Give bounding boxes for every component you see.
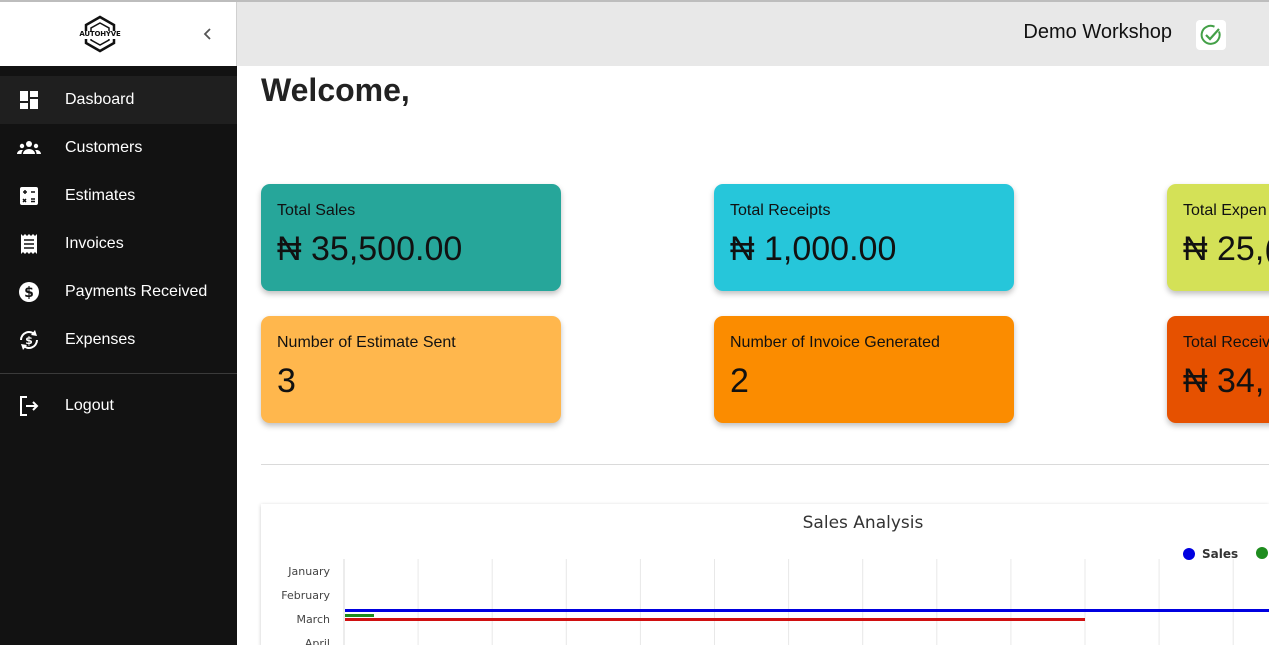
svg-text:$: $ [24, 285, 34, 301]
sidebar-item-label: Invoices [65, 235, 124, 252]
category-tick-label: March [296, 613, 330, 626]
svg-text:$: $ [25, 334, 33, 347]
verified-badge[interactable] [1196, 20, 1226, 50]
page-title: Welcome, [261, 72, 410, 108]
top-bar: Demo Workshop [237, 2, 1269, 66]
card-value: 2 [730, 362, 749, 400]
sidebar-item-invoices[interactable]: Invoices [0, 220, 237, 268]
card-title: Total Sales [277, 202, 356, 219]
sidebar: AUTOHYVE Dasboard Customers Estimates In… [0, 2, 237, 645]
bar-series-2-march[interactable] [345, 614, 374, 617]
sidebar-item-payments-received[interactable]: $ Payments Received [0, 268, 237, 316]
stat-card-estimates-sent[interactable]: Number of Estimate Sent 3 [261, 316, 561, 423]
app-window: AUTOHYVE Dasboard Customers Estimates In… [0, 0, 1269, 645]
collapse-sidebar-button[interactable] [198, 24, 218, 44]
stat-card-total-receipts[interactable]: Total Receipts ₦ 1,000.00 [714, 184, 1014, 291]
card-title: Total Expen [1183, 202, 1267, 219]
bar-series-3-march[interactable] [345, 618, 1085, 621]
check-circle-icon [1200, 24, 1221, 45]
brand-header: AUTOHYVE [0, 2, 237, 66]
stat-card-invoices-generated[interactable]: Number of Invoice Generated 2 [714, 316, 1014, 423]
card-title: Total Receipts [730, 202, 831, 219]
sidebar-item-estimates[interactable]: Estimates [0, 172, 237, 220]
category-tick-label: April [305, 637, 330, 645]
sales-analysis-chart: Sales Analysis Sales January February Marc… [261, 504, 1269, 645]
logo-text: AUTOHYVE [79, 30, 121, 38]
autohyve-logo[interactable]: AUTOHYVE [74, 14, 126, 54]
sidebar-item-customers[interactable]: Customers [0, 124, 237, 172]
dollar-icon: $ [19, 282, 39, 302]
chart-plot: January February March April [281, 559, 1269, 645]
sidebar-item-expenses[interactable]: $ Expenses [0, 316, 237, 364]
card-title: Number of Estimate Sent [277, 334, 456, 351]
sidebar-item-label: Estimates [65, 187, 136, 204]
stat-card-total-sales[interactable]: Total Sales ₦ 35,500.00 [261, 184, 561, 291]
money-exchange-icon: $ [20, 330, 38, 350]
logout-icon [20, 396, 39, 416]
sidebar-item-label: Dasboard [65, 91, 135, 108]
sidebar-divider [0, 373, 237, 374]
dashboard-icon [20, 91, 38, 109]
section-divider [261, 464, 1269, 465]
category-tick-label: January [287, 565, 330, 578]
sidebar-item-label: Expenses [65, 331, 136, 348]
sidebar-item-label: Customers [65, 139, 143, 156]
stat-card-total-expenses[interactable]: Total Expen ₦ 25,( [1167, 184, 1269, 291]
stat-card-total-receivable[interactable]: Total Receiv ₦ 34, [1167, 316, 1269, 423]
card-value: ₦ 1,000.00 [730, 230, 897, 268]
card-title: Number of Invoice Generated [730, 334, 940, 351]
sidebar-item-label: Payments Received [65, 283, 208, 300]
bar-sales-march[interactable] [345, 609, 1269, 612]
sidebar-nav: Dasboard Customers Estimates Invoices $ … [0, 76, 237, 430]
card-title: Total Receiv [1183, 334, 1269, 351]
category-tick-label: February [281, 589, 330, 602]
card-value: 3 [277, 362, 296, 400]
card-value: ₦ 34, [1183, 362, 1265, 400]
workshop-name[interactable]: Demo Workshop [1023, 21, 1172, 44]
customers-icon [17, 141, 41, 154]
card-value: ₦ 25,( [1183, 230, 1269, 268]
card-value: ₦ 35,500.00 [277, 230, 463, 268]
receipt-icon [21, 234, 37, 254]
sidebar-item-label: Logout [65, 397, 114, 414]
calculator-icon [20, 187, 38, 205]
sidebar-item-dashboard[interactable]: Dasboard [0, 76, 237, 124]
chevron-left-icon [203, 28, 211, 40]
sidebar-item-logout[interactable]: Logout [0, 382, 237, 430]
